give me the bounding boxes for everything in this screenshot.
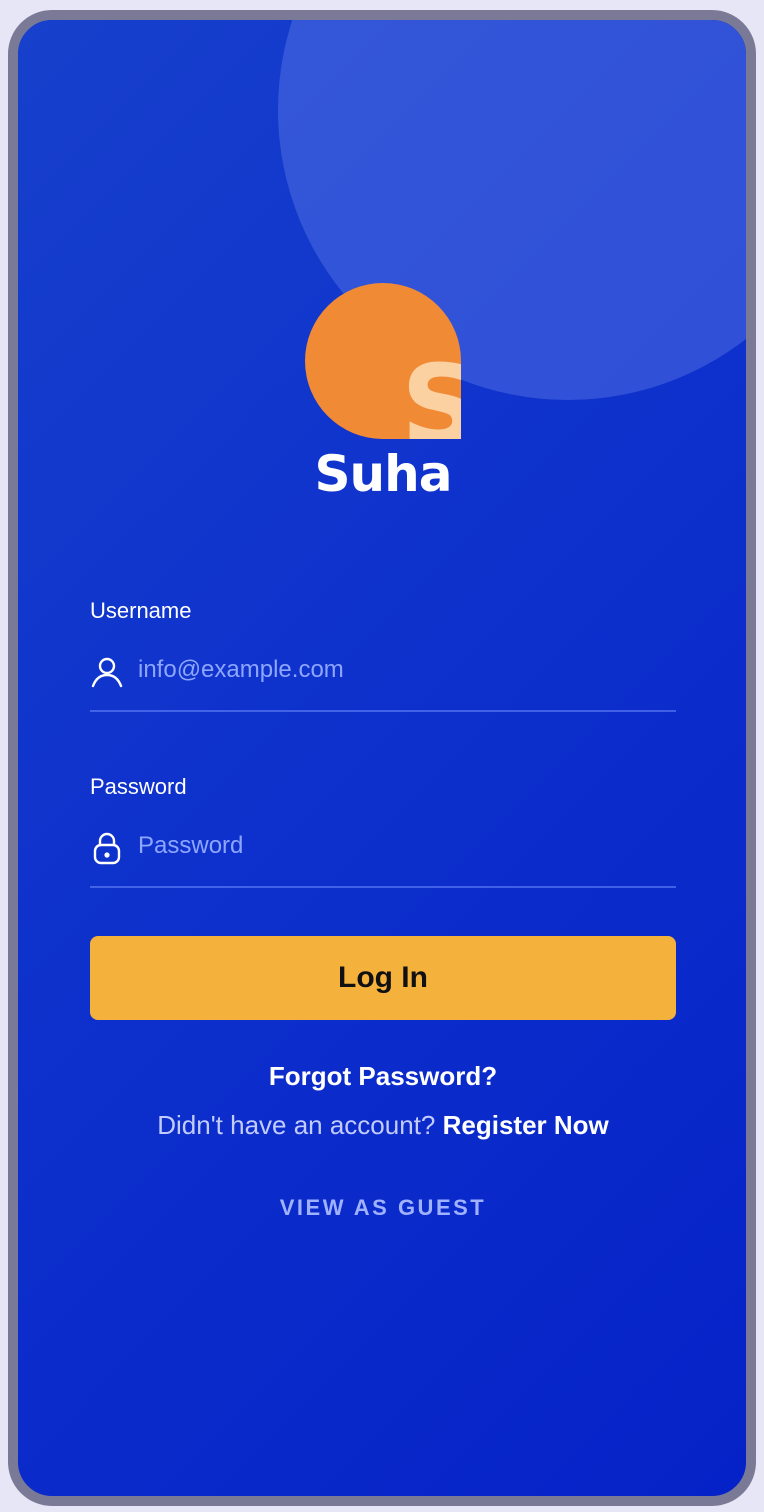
login-button[interactable]: Log In xyxy=(90,936,676,1020)
password-input[interactable] xyxy=(138,826,668,866)
brand-logo-letter: S xyxy=(401,341,461,439)
register-prompt-text: Didn't have an account? xyxy=(157,1110,436,1140)
username-label: Username xyxy=(90,598,192,623)
device-frame: S Suha Username Password xyxy=(8,10,756,1506)
login-screen: S Suha Username Password xyxy=(18,20,746,1496)
brand-name: Suha xyxy=(314,445,453,503)
password-label: Password xyxy=(90,774,187,799)
user-icon xyxy=(91,657,123,688)
forgot-password-link[interactable]: Forgot Password? xyxy=(90,1060,676,1092)
username-input[interactable] xyxy=(138,650,668,690)
password-field-row xyxy=(90,812,676,888)
username-group: Username xyxy=(90,600,676,712)
register-now-link[interactable]: Register Now xyxy=(443,1110,609,1140)
lock-icon xyxy=(93,832,121,865)
brand-logo: S Suha xyxy=(305,283,461,513)
password-group: Password xyxy=(90,776,676,888)
brand-logo-mark: S xyxy=(305,283,461,439)
register-prompt-line: Didn't have an account? Register Now xyxy=(90,1109,676,1141)
login-form: Username Password xyxy=(90,600,676,1222)
username-field-row xyxy=(90,636,676,712)
view-as-guest-link[interactable]: VIEW AS GUEST xyxy=(90,1194,676,1222)
